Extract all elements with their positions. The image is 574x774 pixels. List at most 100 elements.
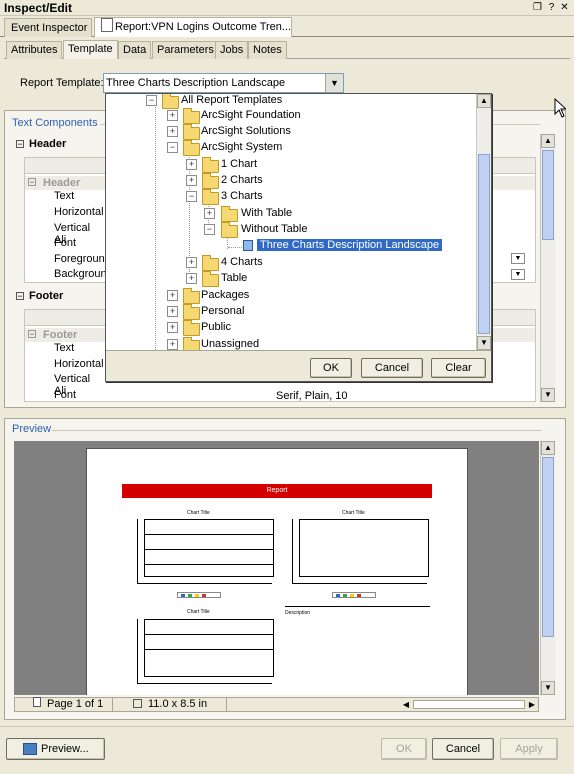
report-icon xyxy=(101,18,113,32)
row-label: Horizontal xyxy=(54,206,104,218)
tree-item-selected[interactable]: Three Charts Description Landscape xyxy=(257,239,443,251)
tree-item[interactable]: 3 Charts xyxy=(221,190,263,202)
tree-item[interactable]: Personal xyxy=(201,305,244,317)
tree-item[interactable]: Table xyxy=(221,272,247,284)
row-label: Horizontal xyxy=(54,358,104,370)
scroll-down-icon[interactable]: ▼ xyxy=(541,388,555,402)
folder-icon xyxy=(183,337,200,350)
expand-icon[interactable]: + xyxy=(167,306,178,317)
tab-attributes[interactable]: Attributes xyxy=(6,41,63,59)
footer-font-value: Serif, Plain, 10 xyxy=(276,390,348,402)
folder-icon xyxy=(183,124,200,140)
row-label: Foregroun xyxy=(54,253,105,265)
legend-swatch xyxy=(202,594,206,597)
scroll-thumb[interactable] xyxy=(478,154,490,334)
scroll-down-icon[interactable]: ▼ xyxy=(477,336,491,350)
collapse-icon[interactable]: − xyxy=(28,178,36,187)
report-template-combo[interactable]: Three Charts Description Landscape ▼ xyxy=(103,73,344,93)
tree-root[interactable]: All Report Templates xyxy=(181,94,282,106)
folder-icon xyxy=(202,271,219,287)
tab-label: Event Inspector xyxy=(11,22,88,34)
scroll-thumb[interactable] xyxy=(542,457,554,637)
expand-icon[interactable]: + xyxy=(204,208,215,219)
tab-template[interactable]: Template xyxy=(63,40,118,59)
expand-icon[interactable]: + xyxy=(167,110,178,121)
button-label: Preview... xyxy=(41,743,89,755)
tree-item[interactable]: ArcSight Foundation xyxy=(201,109,301,121)
tab-event-inspector[interactable]: Event Inspector xyxy=(4,18,92,37)
help-icon[interactable]: ? xyxy=(546,2,557,13)
tree-item[interactable]: 4 Charts xyxy=(221,256,263,268)
tree-item[interactable]: ArcSight Solutions xyxy=(201,125,291,137)
restore-icon[interactable]: ❐ xyxy=(532,2,543,13)
tab-label: Parameters xyxy=(157,44,214,56)
scroll-thumb[interactable] xyxy=(542,150,554,240)
tab-parameters[interactable]: Parameters xyxy=(152,41,219,59)
ok-button[interactable]: OK xyxy=(381,738,427,760)
expand-icon[interactable]: + xyxy=(167,322,178,333)
chevron-down-icon[interactable]: ▼ xyxy=(325,74,343,92)
tree-ok-button[interactable]: OK xyxy=(310,358,352,378)
expand-icon[interactable]: + xyxy=(186,273,197,284)
expand-icon[interactable]: + xyxy=(186,159,197,170)
collapse-icon[interactable]: − xyxy=(146,95,157,106)
chart-backwall xyxy=(299,519,429,577)
collapse-icon[interactable]: − xyxy=(186,191,197,202)
description-text: Description xyxy=(285,610,311,616)
collapse-icon[interactable]: − xyxy=(28,330,36,339)
tab-label: Data xyxy=(123,44,147,56)
preview-scrollbar[interactable]: ▲ ▼ xyxy=(540,441,555,695)
report-template-value: Three Charts Description Landscape xyxy=(106,77,286,89)
tree-item[interactable]: Packages xyxy=(201,289,249,301)
scroll-up-icon[interactable]: ▲ xyxy=(541,134,555,148)
tab-notes[interactable]: Notes xyxy=(248,41,287,59)
legend-swatch xyxy=(350,594,354,597)
page-indicator: Page 1 of 1 xyxy=(17,697,113,711)
chart-title-1: Chart Title xyxy=(187,510,210,516)
tree-item[interactable]: Without Table xyxy=(241,223,307,235)
scroll-right-icon[interactable]: ▶ xyxy=(526,698,538,711)
tree-connector xyxy=(228,247,242,248)
tree-cancel-button[interactable]: Cancel xyxy=(361,358,423,378)
tree-item[interactable]: Public xyxy=(201,321,231,333)
expand-icon[interactable]: + xyxy=(186,175,197,186)
row-label: Text xyxy=(54,190,75,202)
expand-icon[interactable]: + xyxy=(167,290,178,301)
chevron-down-icon[interactable]: ▼ xyxy=(511,269,525,280)
scroll-up-icon[interactable]: ▲ xyxy=(477,94,491,108)
window-title: Inspect/Edit xyxy=(4,1,73,15)
h-scroll-track[interactable] xyxy=(413,700,525,709)
tree-scrollbar[interactable]: ▲ ▼ xyxy=(476,94,491,350)
tab-report[interactable]: Report:VPN Logins Outcome Tren... xyxy=(94,17,292,37)
tree-item[interactable]: 1 Chart xyxy=(221,158,257,170)
tree-item[interactable]: ArcSight System xyxy=(201,141,282,153)
text-components-scrollbar[interactable]: ▲ ▼ xyxy=(540,134,555,402)
chevron-down-icon[interactable]: ▼ xyxy=(511,253,525,264)
mini-chart-1 xyxy=(137,519,274,584)
close-icon[interactable]: ✕ xyxy=(559,2,570,13)
apply-button[interactable]: Apply xyxy=(500,738,558,760)
collapse-footer-icon[interactable]: − xyxy=(16,292,24,301)
collapse-icon[interactable]: − xyxy=(204,224,215,235)
scroll-up-icon[interactable]: ▲ xyxy=(541,441,555,455)
chart-title-2: Chart Title xyxy=(342,510,365,516)
tab-jobs[interactable]: Jobs xyxy=(215,41,249,59)
expand-icon[interactable]: + xyxy=(167,126,178,137)
expand-icon[interactable]: + xyxy=(167,339,178,350)
tab-label: Report:VPN Logins Outcome Tren... xyxy=(115,21,292,33)
cancel-button[interactable]: Cancel xyxy=(432,738,494,760)
tab-data[interactable]: Data xyxy=(118,41,152,59)
tab-label: Attributes xyxy=(11,44,58,56)
tree-item[interactable]: Unassigned xyxy=(201,338,259,350)
collapse-icon[interactable]: − xyxy=(167,142,178,153)
collapse-header-icon[interactable]: − xyxy=(16,140,24,149)
tree-item[interactable]: 2 Charts xyxy=(221,174,263,186)
scroll-down-icon[interactable]: ▼ xyxy=(541,681,555,695)
expand-icon[interactable]: + xyxy=(186,257,197,268)
gridline xyxy=(144,534,274,535)
tree-item[interactable]: With Table xyxy=(241,207,292,219)
gridline xyxy=(144,549,274,550)
tree-clear-button[interactable]: Clear xyxy=(431,358,486,378)
preview-button[interactable]: Preview... xyxy=(6,738,105,760)
scroll-left-icon[interactable]: ◀ xyxy=(400,698,412,711)
